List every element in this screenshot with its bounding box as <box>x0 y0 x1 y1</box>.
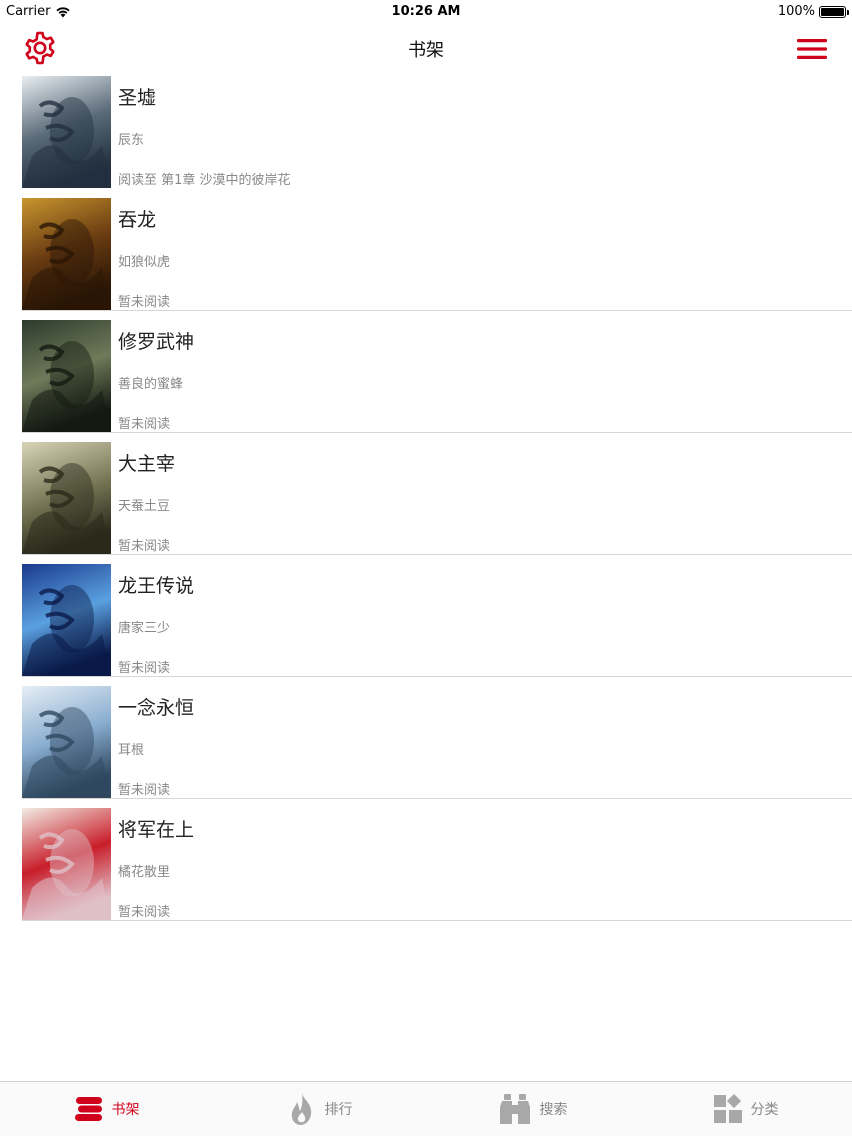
reading-progress: 暂未阅读 <box>118 905 171 920</box>
book-author: 如狼似虎 <box>118 255 171 270</box>
reading-progress: 阅读至 第1章 沙漠中的彼岸花 <box>118 173 291 188</box>
menu-button[interactable] <box>796 38 828 60</box>
tab-label: 书架 <box>111 1102 140 1118</box>
book-cover-art <box>22 686 111 798</box>
tab-bar: 书架 排行 搜索 分类 <box>0 1081 852 1136</box>
page-title: 书架 <box>408 40 444 61</box>
book-cover-art <box>22 76 111 188</box>
book-row[interactable]: 吞龙 如狼似虎 暂未阅读 <box>0 196 852 318</box>
book-title: 圣墟 <box>118 87 157 109</box>
book-author: 唐家三少 <box>118 621 171 636</box>
row-divider <box>22 676 852 677</box>
row-divider <box>22 310 852 311</box>
book-author: 耳根 <box>118 743 145 758</box>
binoculars-icon <box>499 1094 530 1124</box>
reading-progress: 暂未阅读 <box>118 661 171 676</box>
book-title: 大主宰 <box>118 453 176 475</box>
book-row[interactable]: 修罗武神 善良的蜜蜂 暂未阅读 <box>0 318 852 440</box>
tab-search[interactable]: 搜索 <box>426 1082 639 1136</box>
reading-progress: 暂未阅读 <box>118 295 171 310</box>
book-author: 辰东 <box>118 133 145 148</box>
tab-category[interactable]: 分类 <box>639 1082 852 1136</box>
book-cover-art <box>22 320 111 432</box>
reading-progress: 暂未阅读 <box>118 417 171 432</box>
book-cover <box>22 808 111 920</box>
battery-percent: 100% <box>777 4 815 19</box>
row-divider <box>22 798 852 799</box>
book-row[interactable]: 一念永恒 耳根 暂未阅读 <box>0 684 852 806</box>
book-row[interactable]: 大主宰 天蚕土豆 暂未阅读 <box>0 440 852 562</box>
book-row[interactable]: 龙王传说 唐家三少 暂未阅读 <box>0 562 852 684</box>
battery-icon <box>819 5 849 18</box>
book-title: 吞龙 <box>118 209 157 231</box>
battery-info: 100% <box>777 4 849 19</box>
row-divider <box>22 920 852 921</box>
book-cover <box>22 320 111 432</box>
row-divider <box>22 554 852 555</box>
tab-label: 搜索 <box>539 1102 568 1118</box>
reading-progress: 暂未阅读 <box>118 783 171 798</box>
book-cover <box>22 198 111 310</box>
book-cover <box>22 686 111 798</box>
book-row[interactable]: 将军在上 橘花散里 暂未阅读 <box>0 806 852 928</box>
navigation-bar: 书架 <box>0 24 852 70</box>
book-cover <box>22 564 111 676</box>
tab-label: 排行 <box>324 1102 353 1118</box>
book-title: 龙王传说 <box>118 575 195 597</box>
tab-ranking[interactable]: 排行 <box>213 1082 426 1136</box>
book-cover <box>22 76 111 188</box>
bookshelf-list: 圣墟 辰东 阅读至 第1章 沙漠中的彼岸花 吞龙 如狼似虎 暂未阅读 修罗武神 … <box>0 74 852 928</box>
book-author: 善良的蜜蜂 <box>118 377 184 392</box>
tab-label: 分类 <box>750 1102 779 1118</box>
book-row[interactable]: 圣墟 辰东 阅读至 第1章 沙漠中的彼岸花 <box>0 74 852 196</box>
book-cover-art <box>22 442 111 554</box>
book-title: 将军在上 <box>118 819 195 841</box>
hamburger-menu-icon <box>797 39 827 59</box>
book-cover-art <box>22 564 111 676</box>
bookshelf-icon <box>74 1097 102 1121</box>
book-title: 修罗武神 <box>118 331 195 353</box>
book-cover <box>22 442 111 554</box>
book-author: 橘花散里 <box>118 865 171 880</box>
book-title: 一念永恒 <box>118 697 195 719</box>
status-time: 10:26 AM <box>391 4 461 19</box>
book-author: 天蚕土豆 <box>118 499 171 514</box>
row-divider <box>22 432 852 433</box>
category-grid-icon <box>713 1094 742 1123</box>
book-cover-art <box>22 808 111 920</box>
flame-icon <box>291 1093 311 1125</box>
reading-progress: 暂未阅读 <box>118 539 171 554</box>
book-cover-art <box>22 198 111 310</box>
status-bar: Carrier 10:26 AM 100% <box>0 0 852 24</box>
tab-bookshelf[interactable]: 书架 <box>0 1082 213 1136</box>
